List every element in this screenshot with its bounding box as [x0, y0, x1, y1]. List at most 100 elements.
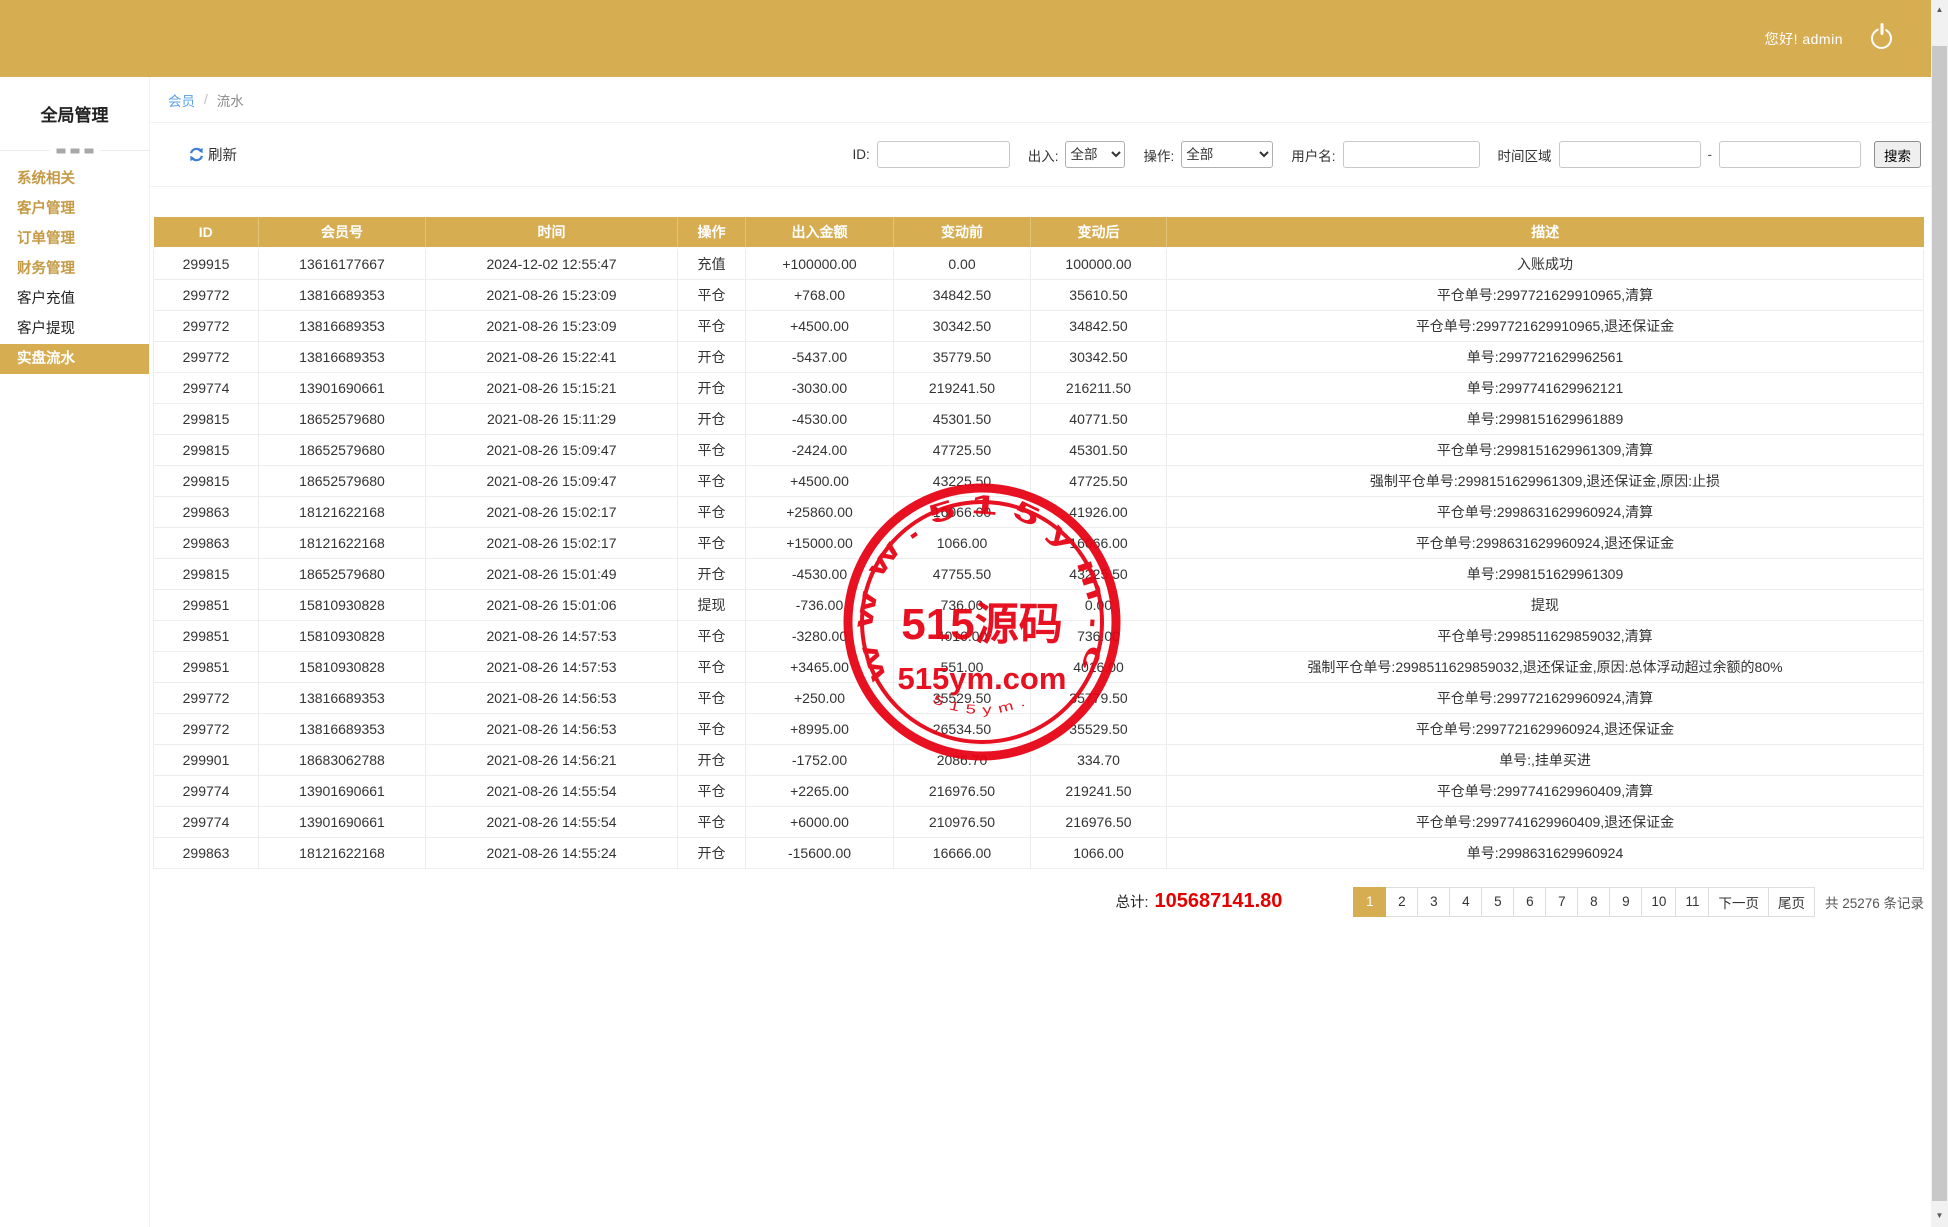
table-cell: 16066.00	[1030, 526, 1167, 559]
scroll-down-icon[interactable]: ▼	[1931, 1210, 1948, 1222]
time-start-input[interactable]	[1558, 141, 1701, 168]
table-cell: +25860.00	[745, 495, 894, 528]
scrollbar-thumb[interactable]	[1932, 46, 1947, 1201]
table-row: 299815 18652579680 2021-08-26 15:09:47 平仓 -2…	[153, 433, 1924, 466]
table-cell: 34842.50	[893, 278, 1031, 311]
table-cell: 1066.00	[1030, 836, 1167, 869]
page-button-3[interactable]: 3	[1417, 886, 1451, 917]
table-cell: 47725.50	[893, 433, 1031, 466]
sidebar-item-3[interactable]: 订单管理	[0, 224, 149, 254]
table-cell: 开仓	[677, 402, 746, 435]
sidebar-item-5[interactable]: 客户充值	[0, 284, 149, 314]
table-cell: +15000.00	[745, 526, 894, 559]
table-cell: 219241.50	[1030, 774, 1167, 807]
table-cell: -1752.00	[745, 743, 894, 776]
column-header-member: 会员号	[258, 217, 426, 249]
table-cell: 35529.50	[1030, 712, 1167, 745]
table-row: 299851 15810930828 2021-08-26 15:01:06 提现 -7…	[153, 588, 1924, 621]
table-cell: 平仓单号:2997721629910965,退还保证金	[1166, 309, 1924, 342]
inout-filter-select[interactable]: 全部	[1065, 141, 1126, 168]
table-cell: 100000.00	[1030, 247, 1167, 280]
table-row: 299774 13901690661 2021-08-26 15:15:21 开仓 -3…	[153, 371, 1924, 404]
table-cell: 平仓	[677, 774, 746, 807]
table-cell: -3280.00	[745, 619, 894, 652]
table-cell: 40771.50	[1030, 402, 1167, 435]
table-cell: 18652579680	[258, 402, 426, 435]
vertical-scrollbar[interactable]: ▲ ▼	[1931, 0, 1948, 1227]
table-cell: 43225.50	[893, 464, 1031, 497]
table-cell: 开仓	[677, 340, 746, 373]
table-row: 299863 18121622168 2021-08-26 14:55:24 开仓 -1…	[153, 836, 1924, 869]
next-page-button[interactable]: 下一页	[1708, 886, 1769, 917]
action-filter-label: 操作:	[1143, 148, 1175, 164]
last-page-button[interactable]: 尾页	[1767, 886, 1815, 917]
table-cell: +100000.00	[745, 247, 894, 280]
table-cell: 2021-08-26 15:23:09	[425, 309, 678, 342]
page-button-6[interactable]: 6	[1513, 886, 1547, 917]
table-cell: 平仓	[677, 309, 746, 342]
table-row: 299772 13816689353 2021-08-26 15:23:09 平仓 +7…	[153, 278, 1924, 311]
page-button-2[interactable]: 2	[1385, 886, 1419, 917]
power-icon[interactable]	[1871, 23, 1892, 49]
timerange-label: 时间区域	[1497, 148, 1552, 164]
toolbar: 刷新 ID: 出入: 全部 操作: 全部 用户名: 时间区域 - 搜索	[150, 123, 1931, 187]
scroll-up-icon[interactable]: ▲	[1931, 4, 1948, 16]
table-cell: 299851	[153, 619, 259, 652]
username-filter-input[interactable]	[1342, 141, 1480, 168]
time-end-input[interactable]	[1719, 141, 1861, 168]
id-filter-input[interactable]	[876, 141, 1010, 168]
table-cell: 34842.50	[1030, 309, 1167, 342]
table-cell: 299815	[153, 557, 259, 590]
records-count: 共 25276 条记录	[1824, 895, 1924, 911]
table-row: 299772 13816689353 2021-08-26 15:23:09 平仓 +4…	[153, 309, 1924, 342]
table-cell: 13901690661	[258, 805, 426, 838]
table-cell: 16066.00	[893, 495, 1031, 528]
column-header-after: 变动后	[1030, 217, 1167, 249]
sidebar-item-1[interactable]: 系统相关	[0, 164, 149, 194]
table-cell: 2021-08-26 15:15:21	[425, 371, 678, 404]
table-cell: 单号:2997721629962561	[1166, 340, 1924, 373]
page-button-1[interactable]: 1	[1353, 886, 1387, 917]
refresh-icon	[189, 147, 204, 162]
table-cell: 16666.00	[893, 836, 1031, 869]
table-header: ID 会员号 时间 操作 出入金额 变动前 变动后 描述	[153, 217, 1924, 249]
sidebar-item-2[interactable]: 客户管理	[0, 194, 149, 224]
search-button[interactable]: 搜索	[1874, 141, 1921, 168]
action-filter-select[interactable]: 全部	[1181, 141, 1274, 168]
table-cell: 299863	[153, 495, 259, 528]
page-button-9[interactable]: 9	[1609, 886, 1643, 917]
table-cell: 45301.50	[893, 402, 1031, 435]
sidebar-item-6[interactable]: 客户提现	[0, 314, 149, 344]
sidebar: 全局管理 系统相关 客户管理 订单管理 财务管理 客户充值 客户提现 实盘流水	[0, 77, 150, 1227]
page-button-4[interactable]: 4	[1449, 886, 1483, 917]
page-button-7[interactable]: 7	[1545, 886, 1579, 917]
table-cell: 13616177667	[258, 247, 426, 280]
table-row: 299915 13616177667 2024-12-02 12:55:47 充值 +1…	[153, 247, 1924, 280]
inout-filter-label: 出入:	[1027, 148, 1059, 164]
sidebar-item-7[interactable]: 实盘流水	[0, 344, 149, 374]
flow-table: ID 会员号 时间 操作 出入金额 变动前 变动后 描述 299915 13616…	[153, 217, 1924, 869]
sidebar-item-4[interactable]: 财务管理	[0, 254, 149, 284]
breadcrumb-member-link[interactable]: 会员	[168, 90, 195, 110]
table-row: 299772 13816689353 2021-08-26 15:22:41 开仓 -5…	[153, 340, 1924, 373]
table-cell: 35610.50	[1030, 278, 1167, 311]
table-cell: 平仓单号:2998631629960924,清算	[1166, 495, 1924, 528]
table-cell: 平仓	[677, 278, 746, 311]
refresh-button[interactable]: 刷新	[188, 144, 237, 165]
table-cell: 2021-08-26 15:09:47	[425, 433, 678, 466]
table-cell: 平仓	[677, 805, 746, 838]
page-button-10[interactable]: 10	[1641, 886, 1677, 917]
table-cell: 2021-08-26 15:02:17	[425, 495, 678, 528]
page-button-8[interactable]: 8	[1577, 886, 1611, 917]
table-cell: 2021-08-26 15:02:17	[425, 526, 678, 559]
page-button-11[interactable]: 11	[1675, 886, 1710, 917]
sidebar-menu: 系统相关 客户管理 订单管理 财务管理 客户充值 客户提现 实盘流水	[0, 164, 149, 374]
table-cell: 30342.50	[1030, 340, 1167, 373]
sidebar-divider	[0, 148, 149, 153]
page-button-5[interactable]: 5	[1481, 886, 1515, 917]
refresh-label: 刷新	[208, 148, 237, 164]
table-cell: 2021-08-26 14:55:24	[425, 836, 678, 869]
table-cell: 216211.50	[1030, 371, 1167, 404]
table-cell: 0.00	[893, 247, 1031, 280]
table-cell: 299863	[153, 526, 259, 559]
